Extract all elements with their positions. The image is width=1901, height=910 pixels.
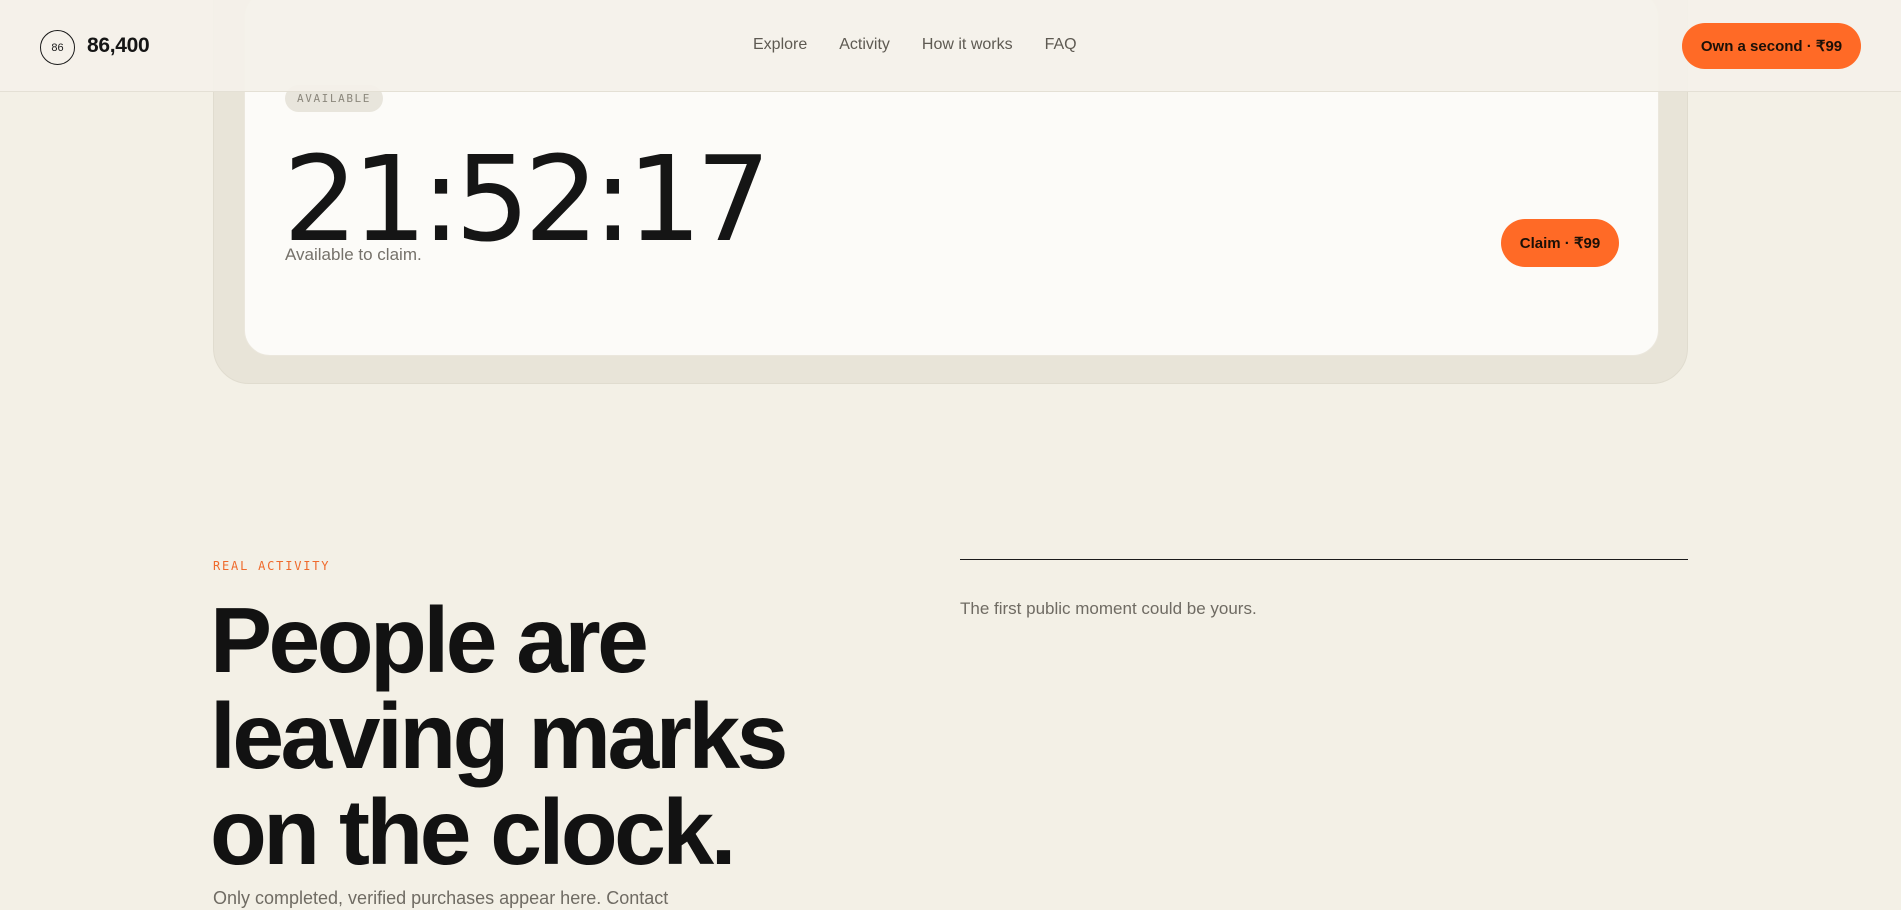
- main-nav: Explore Activity How it works FAQ: [753, 36, 1077, 54]
- availability-note: Available to claim.: [285, 245, 422, 264]
- divider: [960, 559, 1688, 560]
- nav-faq[interactable]: FAQ: [1045, 36, 1077, 54]
- activity-empty-note: The first public moment could be yours.: [960, 599, 1257, 618]
- section-headline: People are leaving marks on the clock.: [210, 592, 930, 880]
- section-eyebrow: REAL ACTIVITY: [213, 559, 331, 573]
- headline-line: People are: [210, 588, 649, 692]
- nav-activity[interactable]: Activity: [839, 36, 890, 54]
- headline-line: leaving marks: [210, 684, 788, 788]
- site-header: 86 86,400 Explore Activity How it works …: [0, 0, 1901, 92]
- own-a-second-button[interactable]: Own a second · ₹99: [1682, 23, 1861, 69]
- logo-icon[interactable]: 86: [40, 30, 75, 65]
- claim-button[interactable]: Claim · ₹99: [1501, 219, 1619, 267]
- section-subtext: Only completed, verified purchases appea…: [213, 888, 669, 908]
- page: AVAILABLE 21:52:17 Available to claim. C…: [0, 0, 1901, 910]
- headline-line: on the clock.: [210, 780, 736, 884]
- nav-explore[interactable]: Explore: [753, 36, 807, 54]
- nav-how-it-works[interactable]: How it works: [922, 36, 1013, 54]
- logo-text[interactable]: 86,400: [87, 34, 150, 58]
